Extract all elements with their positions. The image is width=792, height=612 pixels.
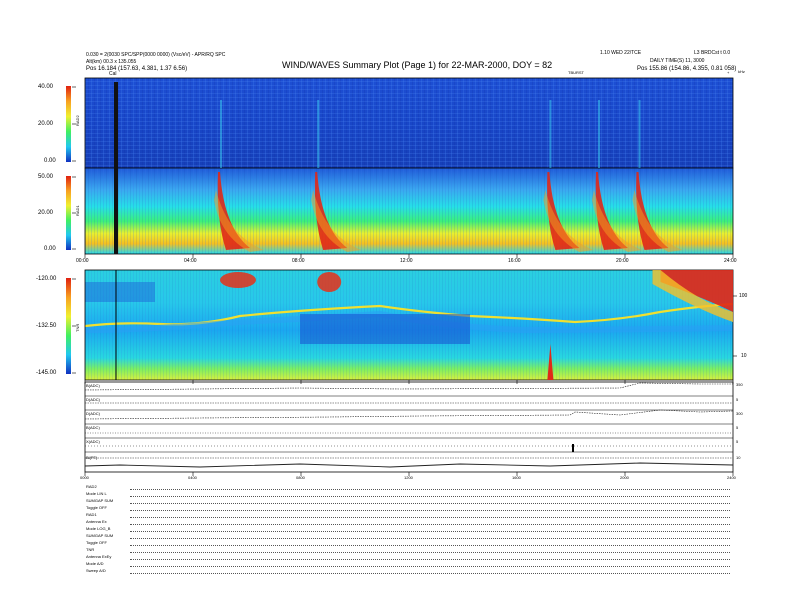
footer-row: RAD2 bbox=[86, 484, 97, 489]
header-top-left-1: 0.030 = 2(0030 SPC/SPP(0000 0000) (Vsc/e… bbox=[86, 52, 226, 58]
rad2-burst bbox=[598, 100, 600, 168]
footer-row: TNR bbox=[86, 547, 95, 552]
xtick-label: 04:00 bbox=[184, 258, 197, 264]
tnr-ylabel: TNR bbox=[75, 323, 80, 332]
footer-row: Toggle OFF bbox=[86, 505, 107, 510]
xtick-label: 08:00 bbox=[292, 258, 305, 264]
hk-xtick: 0800 bbox=[296, 475, 305, 480]
rad2-ytick-mid: 20.00 bbox=[38, 121, 54, 127]
hk-right: 5 bbox=[736, 439, 739, 444]
rad1-ylabel: RAD1 bbox=[75, 205, 80, 216]
footer-row: Toggle OFF bbox=[86, 540, 107, 545]
xtick-label: 20:00 bbox=[616, 258, 629, 264]
rad2-burst bbox=[317, 100, 320, 168]
footer-dotline bbox=[130, 566, 730, 567]
hk-right: 10 bbox=[736, 455, 741, 460]
tnr-ytick-mid: -132.50 bbox=[36, 323, 57, 329]
hk-xtick: 1600 bbox=[512, 475, 521, 480]
corner-mark: + bbox=[727, 70, 730, 75]
xtick-label: 16:00 bbox=[508, 258, 521, 264]
tnr-ytick-top: -120.00 bbox=[36, 276, 57, 282]
rad2-ytick-top: 40.00 bbox=[38, 84, 54, 90]
footer-row: Mode LOG_B bbox=[86, 526, 111, 531]
summary-plot bbox=[66, 77, 737, 476]
footer-row: SUMGAP SUM bbox=[86, 533, 114, 538]
rad1-colorbar bbox=[66, 176, 71, 250]
hk-label: X(ADC) bbox=[86, 439, 100, 444]
hk-right: 350 bbox=[736, 382, 743, 387]
rad2-ytick-bottom: 0.00 bbox=[44, 158, 56, 164]
rad2-ylabel: RAD2 bbox=[75, 115, 80, 126]
hk-label: Bl(PT) bbox=[86, 455, 98, 460]
rad2-panel bbox=[66, 77, 734, 169]
rad1-ytick-bottom: 0.00 bbox=[44, 246, 56, 252]
hk-label: B(ADC) bbox=[86, 383, 100, 388]
tnr-right-tick-100: 100 bbox=[739, 293, 748, 299]
footer-dotline bbox=[130, 531, 730, 532]
hk-xtick: 0400 bbox=[188, 475, 197, 480]
rad1-ytick-top: 50.00 bbox=[38, 174, 54, 180]
header-top-left-2: Alt(km) 00.3 x 135.055 bbox=[86, 59, 137, 65]
xtick-label: 00:00 bbox=[76, 258, 89, 264]
footer-dotline bbox=[130, 559, 730, 560]
hk-xtick: 1200 bbox=[404, 475, 413, 480]
hk-label: D(ADC) bbox=[86, 397, 100, 402]
rad2-banding bbox=[85, 78, 733, 168]
rad1-ytick-mid: 20.00 bbox=[38, 210, 54, 216]
rad2-burst bbox=[549, 100, 552, 168]
footer-dotline bbox=[130, 503, 730, 504]
hk-label: D(ADC) bbox=[86, 411, 100, 416]
footer-row: Sweep A/D bbox=[86, 568, 106, 573]
footer-dotline bbox=[130, 538, 730, 539]
footer-row: Antenna ExEy bbox=[86, 554, 112, 559]
housekeeping-panel bbox=[84, 381, 734, 473]
hk-label: B(ADC) bbox=[86, 425, 100, 430]
header-top-right-1: 1.10 WED 22/TCE bbox=[600, 50, 642, 56]
footer-dotline bbox=[130, 524, 730, 525]
footer-row: Mode LIN L bbox=[86, 491, 107, 496]
footer-row: Antenna Ex bbox=[86, 519, 107, 524]
tnr-burst bbox=[220, 272, 256, 288]
page-title: WIND/WAVES Summary Plot (Page 1) for 22-… bbox=[282, 60, 553, 70]
footer-row: Mode A/D bbox=[86, 561, 104, 566]
header-pos-left: Pos 16.184 (157.63, 4.381, 1.37 6.56) bbox=[86, 66, 188, 72]
footer-row: RAD1 bbox=[86, 512, 97, 517]
footer-dotline bbox=[130, 489, 730, 490]
rad2-burst bbox=[220, 100, 222, 168]
xtick-label: 24:00 bbox=[724, 258, 737, 264]
footer-dotline bbox=[130, 517, 730, 518]
cal-label: Cal bbox=[109, 71, 117, 77]
xtick-label: 12:00 bbox=[400, 258, 413, 264]
footer-dotline bbox=[130, 545, 730, 546]
rad2-burst bbox=[638, 100, 641, 168]
tburst-tag: TBURST bbox=[568, 70, 584, 75]
tnr-ytick-bottom: -145.00 bbox=[36, 370, 57, 376]
footer-dotline bbox=[130, 552, 730, 553]
tnr-colorbar bbox=[66, 278, 71, 374]
footer-dotline bbox=[130, 510, 730, 511]
hk-xtick: 2400 bbox=[727, 475, 736, 480]
footer-row: SUMGAP SUM bbox=[86, 498, 114, 503]
hk-right: 5 bbox=[736, 425, 739, 430]
footer-dotline bbox=[130, 496, 730, 497]
header-pos-right: Pos 155.86 (154.86, 4.355, 0.81 058) bbox=[637, 66, 737, 72]
hk-right: 5 bbox=[736, 397, 739, 402]
corner-unit: kHz bbox=[738, 69, 745, 74]
hk-right: 300 bbox=[736, 411, 743, 416]
tnr-panel bbox=[66, 269, 734, 381]
tnr-burst bbox=[317, 272, 342, 292]
tnr-right-tick-10: 10 bbox=[741, 353, 747, 359]
hk-xtick: 0000 bbox=[80, 475, 89, 480]
header-top-right-code: L3 BRDCst t 0.0 bbox=[694, 50, 731, 56]
hk-xtick: 2000 bbox=[620, 475, 629, 480]
footer-dotline bbox=[130, 573, 730, 574]
rad1-panel bbox=[66, 167, 734, 255]
header-daily: DAILY TIME(S) 11, 3000 bbox=[650, 58, 705, 64]
rad2-colorbar bbox=[66, 86, 71, 162]
